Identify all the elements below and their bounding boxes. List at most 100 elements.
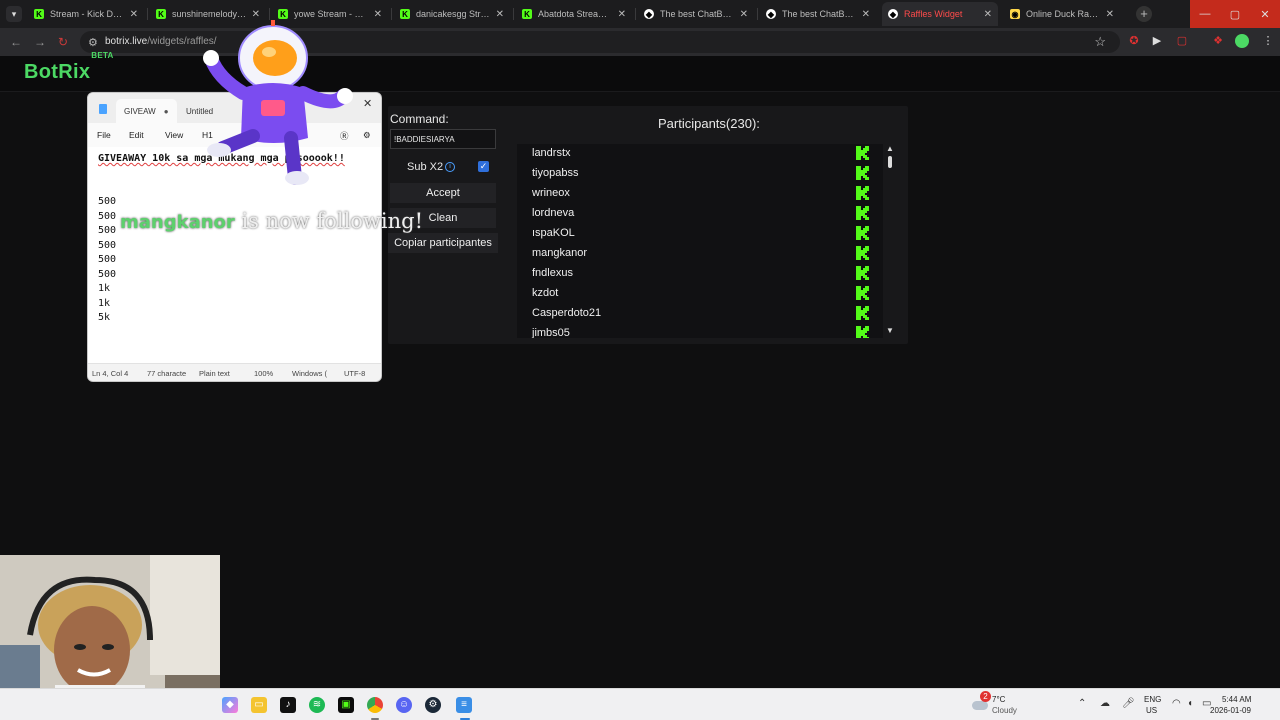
profile-avatar[interactable] [1235, 34, 1249, 48]
info-icon[interactable]: i [445, 162, 455, 172]
participant-row[interactable]: wrineox [532, 184, 870, 204]
extension-icon[interactable]: ▢ [1176, 34, 1188, 48]
site-info-icon[interactable]: ⚙ [88, 36, 98, 49]
char-count: 77 characte [147, 369, 187, 378]
notepad-line: 500 [98, 269, 117, 280]
participants-list[interactable]: landrstx tiyopabss wrineox lordneva ıspaKOL m… [517, 144, 883, 338]
back-icon[interactable]: ← [10, 35, 22, 49]
scroll-up-icon[interactable]: ▲ [886, 144, 894, 153]
extension-icon[interactable]: ✪ [1128, 34, 1140, 48]
close-tab-icon[interactable]: ✕ [496, 9, 504, 20]
close-window-button[interactable]: ✕ [1250, 0, 1280, 28]
browser-tab[interactable]: ◆ The best ChatBot an ✕ [760, 2, 876, 26]
line-ending: Windows ( [292, 369, 328, 378]
participant-row[interactable]: fndlexus [532, 264, 870, 284]
tab-title: Abatdota Stream - W [538, 9, 614, 19]
copilot-icon[interactable]: ◆ [222, 697, 238, 713]
scroll-thumb[interactable] [888, 156, 892, 168]
participant-row[interactable]: ıspaKOL [532, 224, 870, 244]
weather-icon[interactable]: 2 [972, 691, 991, 711]
steam-icon[interactable]: ⚙ [425, 697, 441, 713]
browser-tab[interactable]: ◉ Online Duck Race Na ✕ [1004, 2, 1120, 26]
show-hidden-icons[interactable]: ⌃ [1078, 698, 1086, 709]
settings-gear-icon[interactable]: ⚙ [363, 130, 371, 141]
participant-row[interactable]: mangkanor [532, 244, 870, 264]
participant-row[interactable]: landrstx [532, 144, 870, 164]
browser-menu-icon[interactable]: ▾ [6, 6, 22, 22]
participant-name: tiyopabss [532, 167, 579, 179]
browser-tab[interactable]: K Stream - Kick Dashbo ✕ [28, 2, 144, 26]
extension-icon[interactable]: ▶ [1151, 34, 1163, 48]
botrix-logo[interactable]: BotRixBETA [24, 51, 114, 84]
tab-separator [147, 8, 148, 20]
menu-edit[interactable]: Edit [129, 130, 144, 140]
browser-tab[interactable]: Kdanicakesgg Stream ✕ [394, 2, 510, 26]
botrix-favicon-icon: ◆ [766, 9, 776, 19]
notepad-icon[interactable]: ≡ [456, 697, 472, 713]
volume-icon[interactable]: ◖ [1187, 698, 1193, 709]
browser-tab[interactable]: ◆ The best ChatBot an ✕ [638, 2, 754, 26]
participant-row[interactable]: lordneva [532, 204, 870, 224]
browser-toolbar: ← → ↻ ⚙ botrix.live/widgets/raffles/ ☆ [0, 28, 1280, 56]
tab-separator [757, 8, 758, 20]
browser-tab[interactable]: K Abatdota Stream - W ✕ [516, 2, 632, 26]
scroll-down-icon[interactable]: ▼ [886, 326, 894, 335]
participant-row[interactable]: jimbs05 [532, 324, 870, 338]
minimize-button[interactable]: — [1190, 0, 1220, 28]
forward-icon[interactable]: → [34, 35, 46, 49]
participant-name: mangkanor [532, 247, 588, 259]
bookmark-star-icon[interactable]: ☆ [1094, 34, 1106, 50]
wifi-icon[interactable]: ◠ [1172, 698, 1181, 709]
new-tab-button[interactable]: + [1136, 6, 1152, 22]
accept-button[interactable]: Accept [390, 183, 496, 203]
file-explorer-icon[interactable]: ▭ [251, 697, 267, 713]
maximize-button[interactable]: ▢ [1220, 0, 1250, 28]
notepad-tab[interactable]: GIVEAW ● [116, 99, 177, 123]
kick-logo-icon [856, 166, 869, 180]
reload-icon[interactable]: ↻ [58, 35, 68, 49]
menu-file[interactable]: File [97, 130, 111, 140]
close-tab-icon[interactable]: ✕ [374, 9, 382, 20]
url-text: botrix.live/widgets/raffles/ [105, 36, 217, 47]
close-tab-icon[interactable]: ✕ [862, 9, 870, 20]
participant-row[interactable]: kzdot [532, 284, 870, 304]
follow-alert-overlay: mangkanor is now following! [120, 209, 424, 233]
close-tab-icon[interactable]: ✕ [1106, 9, 1114, 20]
close-tab-icon[interactable]: ✕ [130, 9, 138, 20]
copy-participants-button[interactable]: Copiar participantes [388, 233, 498, 253]
participants-scrollbar[interactable]: ▲ ▼ [884, 144, 896, 338]
close-tab-icon[interactable]: ✕ [618, 9, 626, 20]
close-tab-icon[interactable]: ✕ [984, 9, 992, 20]
chrome-icon[interactable] [367, 697, 383, 713]
browser-menu-icon[interactable]: ⋮ [1262, 34, 1274, 48]
taskbar: ◆ ▭ ♪ ≋ ▣ ☺ ⚙ ≡ 2 7°C Cloudy ⌃ ☁ 🎤︎ ENG … [0, 688, 1280, 720]
participant-name: wrineox [532, 187, 570, 199]
participant-row[interactable]: Casperdoto21 [532, 304, 870, 324]
clock-date[interactable]: 2026-01-09 [1210, 706, 1251, 715]
close-icon[interactable]: ✕ [363, 97, 372, 110]
region[interactable]: US [1146, 706, 1157, 715]
obs-kick-icon[interactable]: ▣ [338, 697, 354, 713]
notepad-line: 1k [98, 283, 111, 294]
onedrive-icon[interactable]: ☁ [1100, 698, 1110, 709]
microphone-icon[interactable]: 🎤︎ [1122, 698, 1135, 709]
kick-logo-icon [856, 306, 869, 320]
language[interactable]: ENG [1144, 695, 1161, 704]
discord-icon[interactable]: ☺ [396, 697, 412, 713]
close-tab-icon[interactable]: ✕ [740, 9, 748, 20]
botrix-favicon-icon: ◆ [888, 9, 898, 19]
notepad-app-icon [99, 104, 107, 114]
unsaved-dot-icon: ● [163, 106, 169, 116]
extension-icon[interactable]: ❖ [1212, 34, 1224, 48]
participant-row[interactable]: tiyopabss [532, 164, 870, 184]
clock-time[interactable]: 5:44 AM [1222, 695, 1251, 704]
browser-tab[interactable]: ◆ Raffles Widget ✕ [882, 2, 998, 26]
tiktok-icon[interactable]: ♪ [280, 697, 296, 713]
text-format: Plain text [199, 369, 230, 378]
command-input[interactable] [390, 129, 496, 149]
spotify-icon[interactable]: ≋ [309, 697, 325, 713]
tab-title: The best ChatBot an [782, 9, 858, 19]
sub-x2-checkbox[interactable]: ✓ [478, 161, 489, 172]
menu-view[interactable]: View [165, 130, 183, 140]
participant-name: landrstx [532, 147, 571, 159]
